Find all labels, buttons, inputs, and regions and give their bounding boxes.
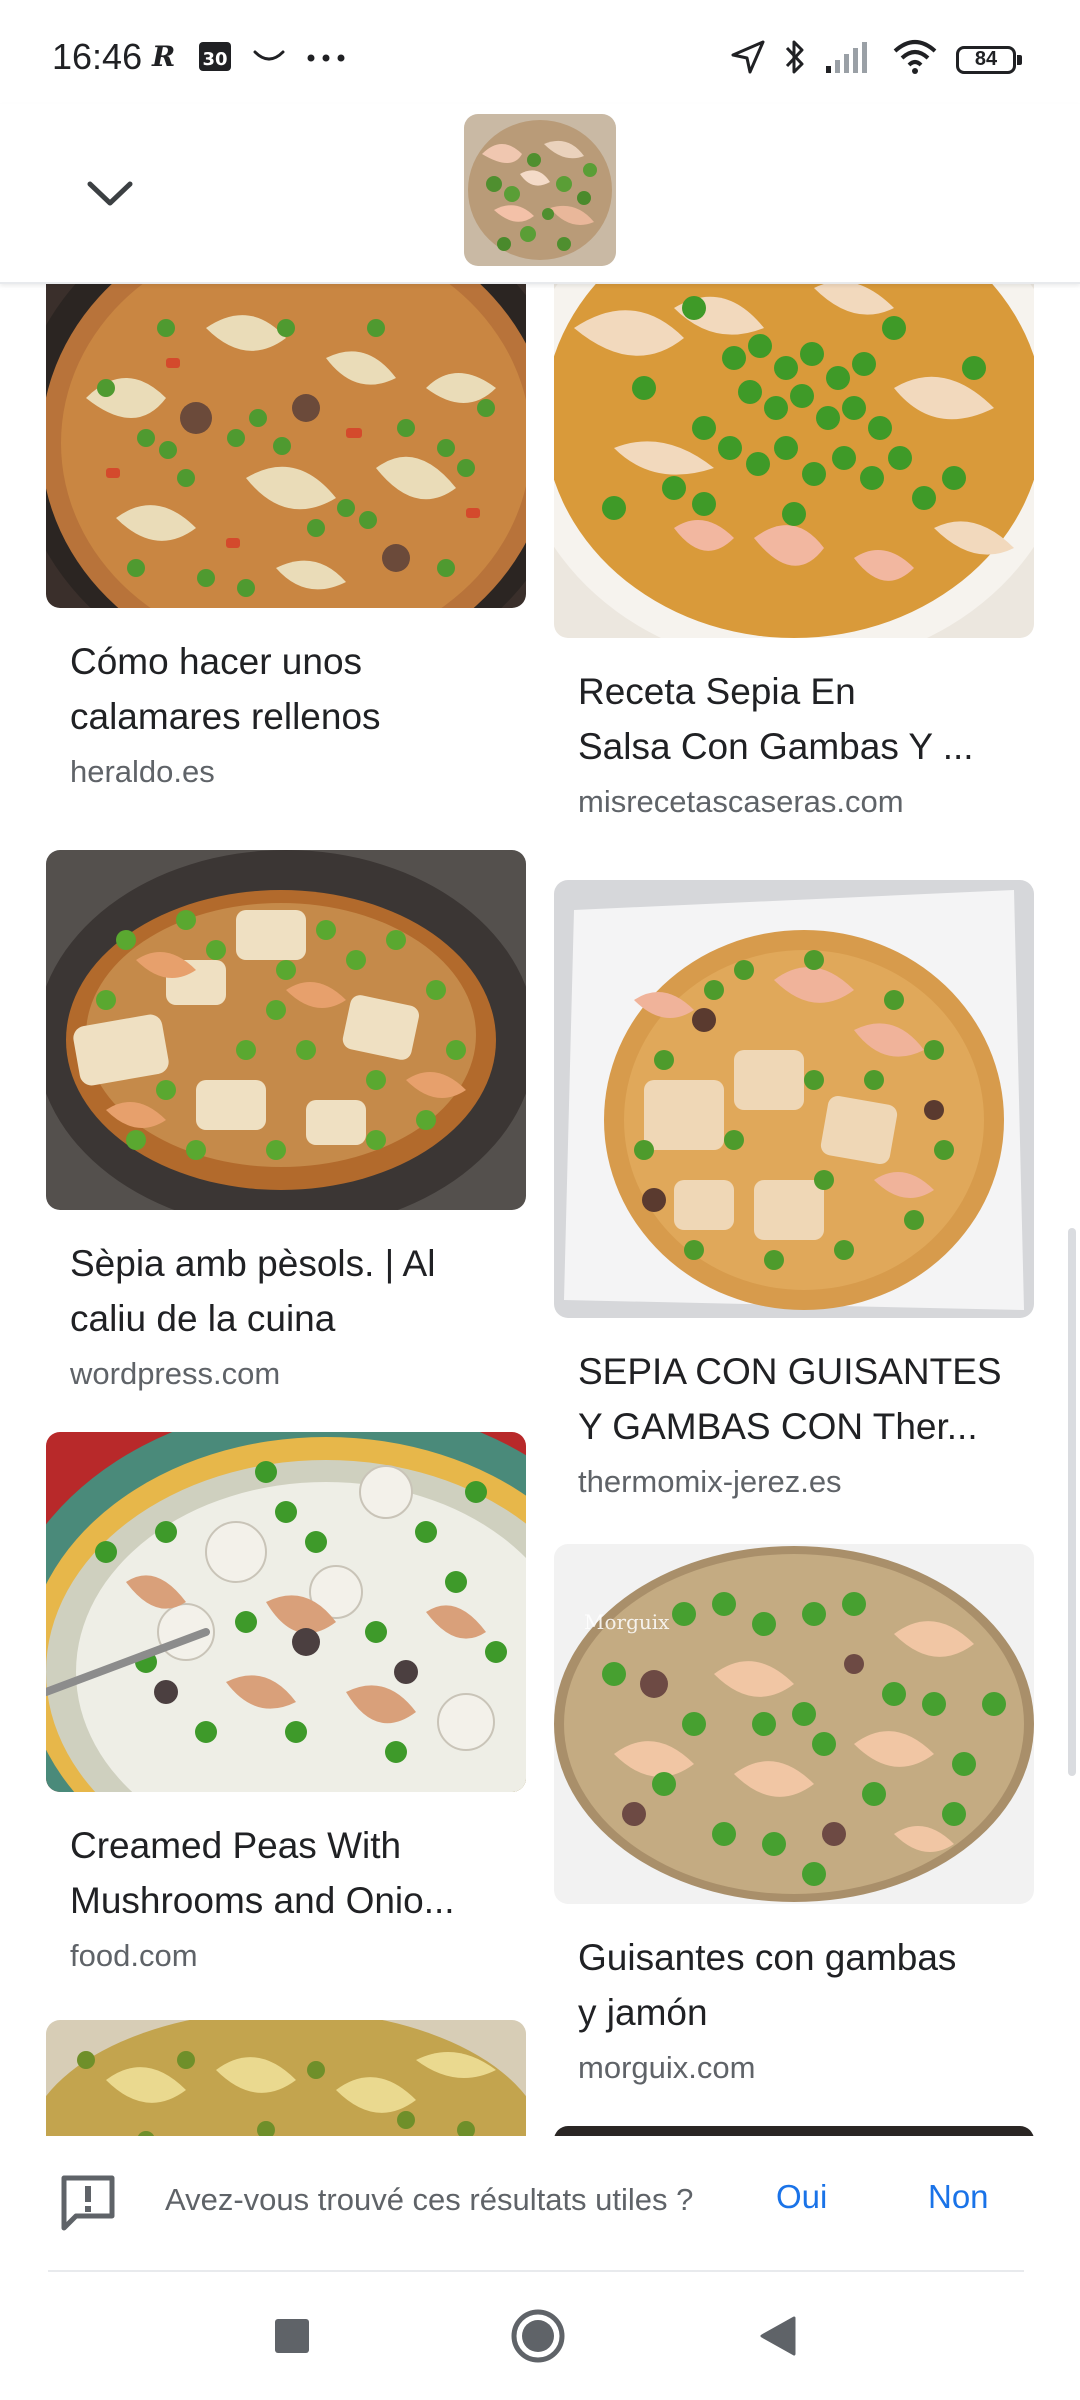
result-card[interactable] xyxy=(554,2126,1034,2136)
feedback-yes-button[interactable]: Oui xyxy=(776,2178,827,2216)
result-card[interactable]: SEPIA CON GUISANTES Y GAMBAS CON Ther...… xyxy=(554,880,1034,1500)
scrollbar[interactable] xyxy=(1068,1228,1076,1776)
more-dots-icon xyxy=(306,50,346,68)
circle-icon xyxy=(510,2308,566,2369)
result-card[interactable]: Sèpia amb pèsols. | Al caliu de la cuina… xyxy=(46,850,526,1392)
result-title-line1: SEPIA CON GUISANTES xyxy=(578,1351,1002,1392)
status-right-icons: 84 xyxy=(730,38,1022,81)
feedback-icon xyxy=(58,2172,118,2239)
result-source: food.com xyxy=(70,1938,198,1973)
battery-icon: 84 xyxy=(956,45,1022,74)
result-title-line1: Receta Sepia En xyxy=(578,671,856,712)
signal-icon xyxy=(824,40,874,79)
result-image[interactable]: Morguix xyxy=(554,1544,1034,1904)
result-title-line2: y jamón xyxy=(578,1992,708,2033)
image-watermark: Morguix xyxy=(584,1610,670,1634)
system-navigation-bar xyxy=(0,2272,1080,2400)
result-card[interactable]: Morguix Guisantes con gambas y jamón mor… xyxy=(554,1544,1034,2086)
wifi-icon xyxy=(892,39,938,80)
result-title[interactable]: Creamed Peas With Mushrooms and Onio... xyxy=(70,1818,502,1928)
location-arrow-icon xyxy=(730,39,766,80)
feedback-bar: Avez-vous trouvé ces résultats utiles ? … xyxy=(0,2136,1080,2272)
result-title[interactable]: Receta Sepia En Salsa Con Gambas Y ... xyxy=(578,664,1010,774)
status-left-icons: R 30 xyxy=(150,40,346,77)
recents-button[interactable] xyxy=(262,2308,322,2368)
result-title-line1: Sèpia amb pèsols. | Al xyxy=(70,1243,436,1284)
result-image[interactable] xyxy=(554,880,1034,1318)
result-title-line2: calamares rellenos xyxy=(70,696,381,737)
chevron-down-icon xyxy=(86,179,134,214)
result-image[interactable] xyxy=(46,1432,526,1792)
result-image[interactable] xyxy=(46,850,526,1210)
square-icon xyxy=(274,2318,310,2359)
result-source: wordpress.com xyxy=(70,1356,281,1391)
calendar-30-icon: 30 xyxy=(198,40,232,77)
result-image[interactable] xyxy=(46,284,526,608)
svg-text:R: R xyxy=(151,41,175,71)
triangle-back-icon xyxy=(758,2315,798,2362)
result-source: heraldo.es xyxy=(70,754,215,789)
result-source: misrecetascaseras.com xyxy=(578,784,904,819)
result-title-line2: Mushrooms and Onio... xyxy=(70,1880,455,1921)
result-title[interactable]: SEPIA CON GUISANTES Y GAMBAS CON Ther... xyxy=(578,1344,1010,1454)
result-title-line1: Creamed Peas With xyxy=(70,1825,402,1866)
result-source: morguix.com xyxy=(578,2050,756,2085)
result-source: thermomix-jerez.es xyxy=(578,1464,842,1499)
back-button[interactable] xyxy=(748,2308,808,2368)
result-image[interactable] xyxy=(554,284,1034,638)
result-title[interactable]: Cómo hacer unos calamares rellenos xyxy=(70,634,502,744)
feedback-question: Avez-vous trouvé ces résultats utiles ? xyxy=(165,2182,694,2217)
bluetooth-icon xyxy=(784,38,806,81)
result-title-line2: Salsa Con Gambas Y ... xyxy=(578,726,974,767)
result-image[interactable] xyxy=(46,2020,526,2136)
result-card[interactable]: Creamed Peas With Mushrooms and Onio... … xyxy=(46,1432,526,1974)
query-image-thumbnail[interactable] xyxy=(464,114,616,266)
result-title-line2: caliu de la cuina xyxy=(70,1298,336,1339)
r-icon: R xyxy=(150,40,178,76)
result-title[interactable]: Sèpia amb pèsols. | Al caliu de la cuina xyxy=(70,1236,502,1346)
image-viewer-header xyxy=(0,104,1080,284)
home-button[interactable] xyxy=(508,2308,568,2368)
collapse-button[interactable] xyxy=(72,158,148,234)
result-title-line1: Cómo hacer unos xyxy=(70,641,363,682)
result-image[interactable] xyxy=(554,2126,1034,2136)
feedback-no-button[interactable]: Non xyxy=(928,2178,989,2216)
image-results-grid: Cómo hacer unos calamares rellenos heral… xyxy=(0,284,1080,2136)
result-card[interactable]: Cómo hacer unos calamares rellenos heral… xyxy=(46,284,526,790)
result-title-line2: Y GAMBAS CON Ther... xyxy=(578,1406,978,1447)
status-time: 16:46 xyxy=(52,36,143,77)
status-bar: 16:46 R 30 84 xyxy=(0,0,1080,104)
result-title[interactable]: Guisantes con gambas y jamón xyxy=(578,1930,1010,2040)
smile-icon xyxy=(252,46,286,71)
result-card[interactable]: Receta Sepia En Salsa Con Gambas Y ... m… xyxy=(554,284,1034,820)
svg-text:30: 30 xyxy=(202,49,227,70)
result-title-line1: Guisantes con gambas xyxy=(578,1937,957,1978)
result-card[interactable] xyxy=(46,2020,526,2136)
